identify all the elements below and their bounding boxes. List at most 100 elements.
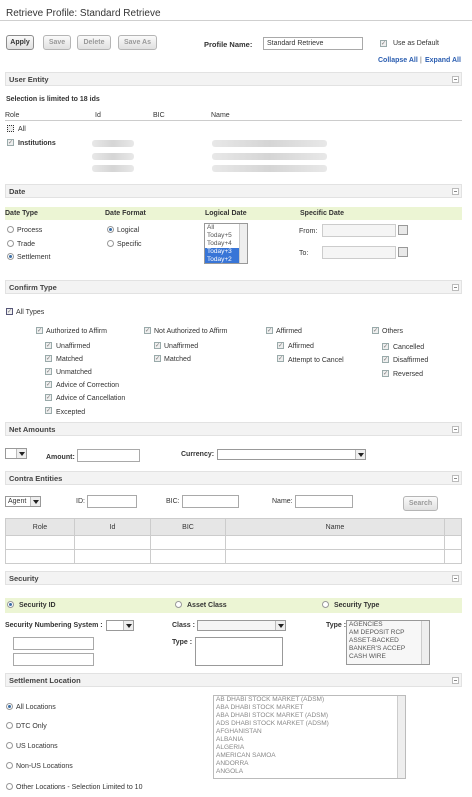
logical-date-listbox[interactable]: All Today+5 Today+4 Today+3 Today+2 (204, 223, 248, 264)
all-types-checkbox[interactable] (6, 308, 13, 315)
security-section-header[interactable]: Security (5, 571, 462, 585)
others-checkbox[interactable] (372, 327, 379, 334)
to-date-input[interactable] (322, 246, 396, 259)
list-item[interactable]: AGENCIES (347, 621, 429, 629)
from-date-input[interactable] (322, 224, 396, 237)
security-type-listbox[interactable]: AGENCIES AM DEPOSIT RCP ASSET-BACKED BAN… (346, 620, 430, 665)
apply-button[interactable]: Apply (6, 35, 34, 50)
specific-label: Specific (117, 241, 142, 248)
settlement-radio[interactable] (7, 253, 14, 260)
checkbox[interactable] (45, 342, 52, 349)
institutions-checkbox[interactable] (7, 139, 14, 146)
logical-radio[interactable] (107, 226, 114, 233)
checkbox[interactable] (154, 342, 161, 349)
list-item[interactable]: ANDORRA (214, 760, 405, 768)
checkbox[interactable] (382, 356, 389, 363)
list-item[interactable]: ABA DHABI STOCK MARKET (ADSM) (214, 712, 405, 720)
checkbox[interactable] (45, 407, 52, 414)
collapse-all-link[interactable]: Collapse All (378, 57, 418, 64)
scrollbar[interactable] (421, 621, 429, 664)
contra-id-input[interactable] (87, 495, 137, 508)
authorized-checkbox[interactable] (36, 327, 43, 334)
profile-name-input[interactable]: Standard Retrieve (263, 37, 363, 50)
section-title: User Entity (9, 75, 49, 84)
operator-select[interactable] (5, 448, 27, 459)
class-select[interactable] (197, 620, 286, 631)
affirmed-checkbox[interactable] (266, 327, 273, 334)
dtc-only-radio[interactable] (6, 722, 13, 729)
settlement-location-section-header[interactable]: Settlement Location (5, 673, 462, 687)
checkbox[interactable] (45, 381, 52, 388)
item-label: Cancelled (393, 344, 425, 351)
list-item[interactable]: ALBANIA (214, 736, 405, 744)
list-item[interactable]: ASSET-BACKED (347, 637, 429, 645)
contra-type-select[interactable]: Agent (5, 496, 41, 507)
expand-all-link[interactable]: Expand All (425, 57, 461, 64)
calendar-icon[interactable] (398, 225, 408, 235)
save-as-button[interactable]: Save As (118, 35, 157, 50)
checkbox[interactable] (277, 355, 284, 362)
scrollbar[interactable] (239, 224, 247, 263)
settlement-locations-listbox[interactable]: AB DHABI STOCK MARKET (ADSM) ABA DHABI S… (213, 695, 406, 779)
contra-bic-input[interactable] (182, 495, 239, 508)
checkbox[interactable] (382, 370, 389, 377)
collapse-icon[interactable] (452, 575, 459, 582)
table-row[interactable] (5, 535, 462, 550)
not-authorized-checkbox[interactable] (144, 327, 151, 334)
all-locations-radio[interactable] (6, 703, 13, 710)
calendar-icon[interactable] (398, 247, 408, 257)
collapse-icon[interactable] (452, 76, 459, 83)
not-authorized-label: Not Authorized to Affirm (154, 328, 228, 335)
checkbox[interactable] (45, 368, 52, 375)
security-type-radio[interactable] (322, 601, 329, 608)
net-amounts-section-header[interactable]: Net Amounts (5, 422, 462, 436)
list-item[interactable]: AM DEPOSIT RCP (347, 629, 429, 637)
list-item[interactable]: ABA DHABI STOCK MARKET (214, 704, 405, 712)
list-item[interactable]: AFGHANISTAN (214, 728, 405, 736)
specific-radio[interactable] (107, 240, 114, 247)
asset-class-radio[interactable] (175, 601, 182, 608)
security-id-radio[interactable] (7, 601, 14, 608)
contra-name-input[interactable] (295, 495, 353, 508)
currency-select[interactable] (217, 449, 366, 460)
col-name: Name (225, 518, 445, 536)
save-button[interactable]: Save (43, 35, 71, 50)
use-as-default-checkbox[interactable] (380, 40, 387, 47)
list-item[interactable]: CASH WIRE (347, 653, 429, 661)
trade-radio[interactable] (7, 240, 14, 247)
confirm-type-section-header[interactable]: Confirm Type (5, 280, 462, 294)
security-id-input-2[interactable] (13, 653, 94, 666)
user-entity-section-header[interactable]: User Entity (5, 72, 462, 86)
non-us-locations-radio[interactable] (6, 762, 13, 769)
amount-input[interactable] (77, 449, 140, 462)
collapse-icon[interactable] (452, 284, 459, 291)
list-item[interactable]: AMERICAN SAMOA (214, 752, 405, 760)
list-item[interactable]: ADS DHABI STOCK MARKET (ADSM) (214, 720, 405, 728)
delete-button[interactable]: Delete (77, 35, 111, 50)
collapse-icon[interactable] (452, 188, 459, 195)
table-row[interactable] (5, 549, 462, 564)
security-id-input-1[interactable] (13, 637, 94, 650)
list-item[interactable]: ANGOLA (214, 768, 405, 776)
all-checkbox[interactable] (7, 125, 14, 132)
other-locations-radio[interactable] (6, 783, 13, 790)
us-locations-radio[interactable] (6, 742, 13, 749)
checkbox[interactable] (277, 342, 284, 349)
process-radio[interactable] (7, 226, 14, 233)
collapse-icon[interactable] (452, 677, 459, 684)
scrollbar[interactable] (397, 696, 405, 778)
date-section-header[interactable]: Date (5, 184, 462, 198)
collapse-icon[interactable] (452, 426, 459, 433)
checkbox[interactable] (154, 355, 161, 362)
contra-entities-section-header[interactable]: Contra Entities (5, 471, 462, 485)
checkbox[interactable] (382, 343, 389, 350)
list-item[interactable]: BANKER'S ACCEP (347, 645, 429, 653)
checkbox[interactable] (45, 355, 52, 362)
checkbox[interactable] (45, 394, 52, 401)
search-button[interactable]: Search (403, 496, 438, 511)
type-textarea[interactable] (195, 637, 283, 666)
list-item[interactable]: AB DHABI STOCK MARKET (ADSM) (214, 696, 405, 704)
collapse-icon[interactable] (452, 475, 459, 482)
numbering-system-select[interactable] (106, 620, 134, 631)
list-item[interactable]: ALGERIA (214, 744, 405, 752)
